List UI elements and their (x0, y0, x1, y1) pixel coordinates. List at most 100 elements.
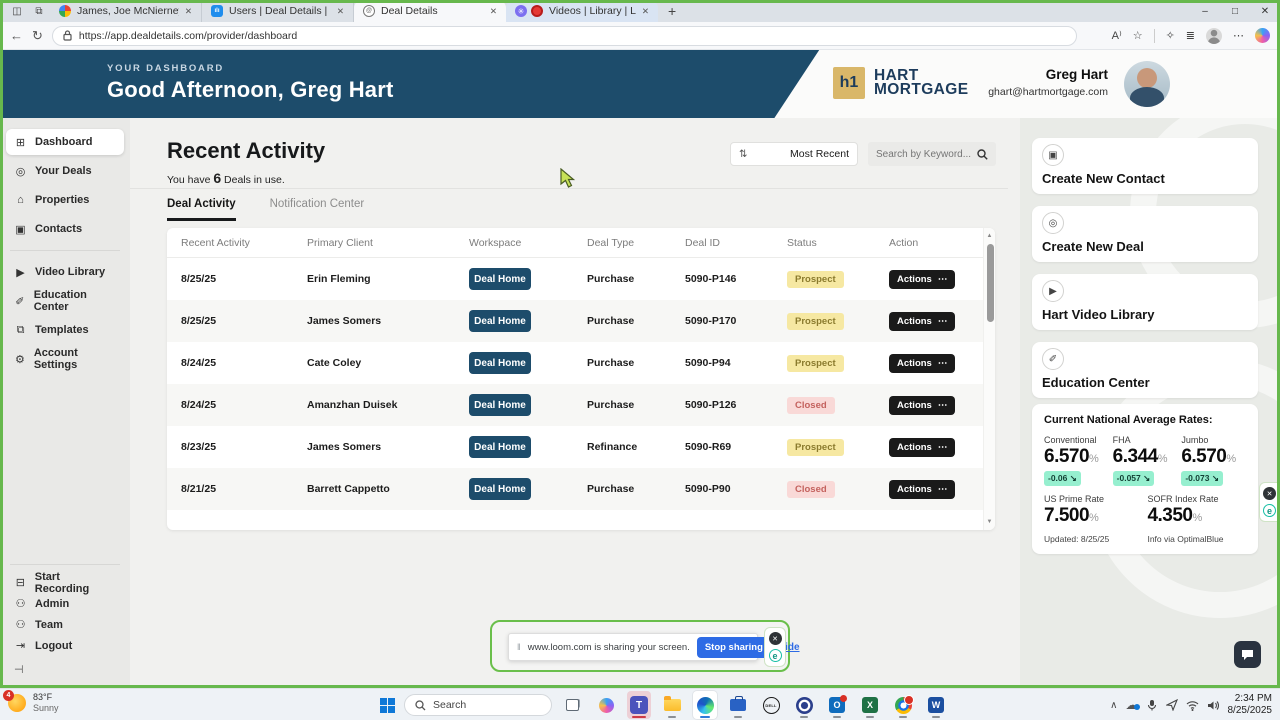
tray-date: 8/25/2025 (1227, 705, 1273, 716)
close-icon[interactable]: ✕ (768, 632, 782, 645)
chrome-button[interactable] (891, 691, 915, 719)
sidebar-item[interactable]: ⚙ Account Settings (6, 346, 124, 372)
tab-close-icon[interactable]: ✕ (490, 6, 497, 17)
copilot-button[interactable] (594, 691, 618, 719)
deal-home-button[interactable]: Deal Home (469, 310, 531, 332)
clock[interactable]: 2:34 PM 8/25/2025 (1228, 693, 1273, 717)
browser-tab-chat[interactable]: James, Joe McNierney, Stuart Sau... ✕ (50, 0, 202, 22)
user-avatar[interactable] (1124, 61, 1170, 107)
search-input[interactable] (876, 148, 971, 160)
sort-selected-value: Most Recent (790, 148, 849, 160)
tab-close-icon[interactable]: ✕ (337, 6, 344, 17)
activity-tab[interactable]: Notification Center (270, 198, 365, 221)
sidebar-item[interactable]: ▣ Contacts (6, 216, 124, 242)
tray-time: 2:34 PM (1234, 693, 1272, 704)
word-button[interactable]: W (924, 691, 948, 719)
start-button[interactable] (380, 697, 395, 713)
tray-chevron-icon[interactable]: ∧ (1110, 700, 1117, 711)
company-portal-button[interactable] (726, 691, 750, 719)
actions-button[interactable]: Actions ⋯ (889, 437, 956, 457)
copilot-icon[interactable] (1255, 28, 1270, 43)
user-name: Greg Hart (1045, 67, 1108, 82)
sort-dropdown[interactable]: ⇅ Most Recent (730, 142, 858, 166)
sidebar-item[interactable]: ◎ Your Deals (6, 158, 124, 184)
minimize-button[interactable]: – (1190, 0, 1220, 22)
edge-button[interactable] (693, 691, 717, 719)
teams-button[interactable]: T (627, 691, 651, 719)
address-bar[interactable]: https://app.dealdetails.com/provider/das… (51, 25, 1077, 46)
back-icon[interactable]: ← (10, 28, 23, 43)
loom-button[interactable] (792, 691, 816, 719)
taskbar-search[interactable]: Search (404, 694, 552, 716)
dell-button[interactable]: DELL (759, 691, 783, 719)
wifi-icon[interactable] (1186, 700, 1199, 711)
browser-tab-intercom[interactable]: ılı Users | Deal Details | Intercom ✕ (202, 0, 354, 22)
extension-e-icon[interactable]: e (1263, 504, 1276, 517)
sidebar-item[interactable]: ⚇ Team (6, 615, 124, 634)
sidebar-item[interactable]: ⧉ Templates (6, 317, 124, 343)
deal-home-button[interactable]: Deal Home (469, 436, 531, 458)
new-tab-button[interactable]: + (668, 3, 676, 19)
vertical-tabs-icon[interactable]: ⧉ (30, 3, 48, 19)
more-menu-icon[interactable]: ⋯ (1233, 29, 1244, 42)
sidebar-item[interactable]: ⊟ Start Recording (6, 571, 124, 595)
actions-button[interactable]: Actions ⋯ (889, 269, 956, 289)
sidebar-item[interactable]: ⚇ Admin (6, 594, 124, 613)
volume-icon[interactable] (1207, 700, 1220, 711)
sidebar-item[interactable]: ⊞ Dashboard (6, 129, 124, 155)
search-icon (415, 699, 426, 710)
actions-button[interactable]: Actions ⋯ (889, 311, 956, 331)
scroll-down-icon[interactable]: ▼ (984, 519, 995, 525)
activity-tab[interactable]: Deal Activity (167, 198, 236, 221)
refresh-icon[interactable]: ↻ (32, 28, 43, 44)
browser-essentials-icon[interactable]: ✧ (1166, 29, 1175, 42)
table-scrollbar[interactable]: ▲ ▼ (983, 228, 995, 530)
workspaces-icon[interactable]: ◫ (8, 3, 26, 19)
sidebar-item[interactable]: ⌂ Properties (6, 187, 124, 213)
stop-sharing-button[interactable]: Stop sharing (696, 636, 771, 658)
excel-button[interactable]: X (858, 691, 882, 719)
deal-home-button[interactable]: Deal Home (469, 268, 531, 290)
microphone-icon[interactable] (1146, 699, 1158, 711)
onedrive-icon[interactable]: ☁ (1126, 699, 1140, 711)
scroll-up-icon[interactable]: ▲ (984, 233, 995, 239)
search-icon[interactable] (977, 148, 988, 160)
read-aloud-icon[interactable]: A⁾ (1112, 29, 1122, 42)
quick-action-card[interactable]: ▶ Hart Video Library (1032, 274, 1258, 330)
tab-close-icon[interactable]: ✕ (642, 6, 649, 17)
location-icon[interactable] (1165, 699, 1178, 711)
deal-home-button[interactable]: Deal Home (469, 478, 531, 500)
sidebar-item[interactable]: ✐ Education Center (6, 288, 124, 314)
close-button[interactable]: ✕ (1250, 0, 1280, 22)
sidebar-item[interactable]: ⇥ Logout (6, 636, 124, 655)
actions-button[interactable]: Actions ⋯ (889, 395, 956, 415)
close-icon[interactable]: ✕ (1263, 487, 1276, 500)
deal-home-button[interactable]: Deal Home (469, 352, 531, 374)
extension-e-icon[interactable]: e (768, 649, 782, 662)
quick-action-card[interactable]: ▣ Create New Contact (1032, 138, 1258, 194)
actions-button[interactable]: Actions ⋯ (889, 479, 956, 499)
quick-action-card[interactable]: ✐ Education Center (1032, 342, 1258, 398)
browser-profile-icon[interactable] (1206, 27, 1222, 44)
browser-tab-deal-details[interactable]: @ Deal Details ✕ (354, 0, 506, 22)
maximize-button[interactable]: □ (1220, 0, 1250, 22)
browser-tab-loom[interactable]: ✳ Videos | Library | Loom ✕ (506, 0, 658, 22)
weather-widget[interactable]: 4 83°F Sunny (3, 690, 59, 714)
deal-home-button[interactable]: Deal Home (469, 394, 531, 416)
edge-extension-widget: ✕ e (1259, 482, 1280, 522)
tab-close-icon[interactable]: ✕ (185, 6, 192, 17)
sidebar-collapse-icon[interactable]: ⊣ (14, 663, 116, 676)
actions-button[interactable]: Actions ⋯ (889, 353, 956, 373)
dell-icon: DELL (762, 696, 780, 714)
outlook-button[interactable]: O (825, 691, 849, 719)
chat-launcher-button[interactable] (1234, 641, 1261, 668)
favorite-star-icon[interactable]: ☆ (1133, 29, 1143, 42)
task-view-button[interactable] (561, 691, 585, 719)
table-row: 8/25/25 James Somers Deal Home Purchase … (167, 300, 983, 342)
scrollbar-thumb[interactable] (986, 244, 994, 322)
quick-action-card[interactable]: ◎ Create New Deal (1032, 206, 1258, 262)
favorites-bar-icon[interactable]: ≣ (1186, 29, 1195, 42)
sidebar-item[interactable]: ▶ Video Library (6, 259, 124, 285)
rate-label: US Prime Rate (1044, 494, 1105, 504)
file-explorer-button[interactable] (660, 691, 684, 719)
